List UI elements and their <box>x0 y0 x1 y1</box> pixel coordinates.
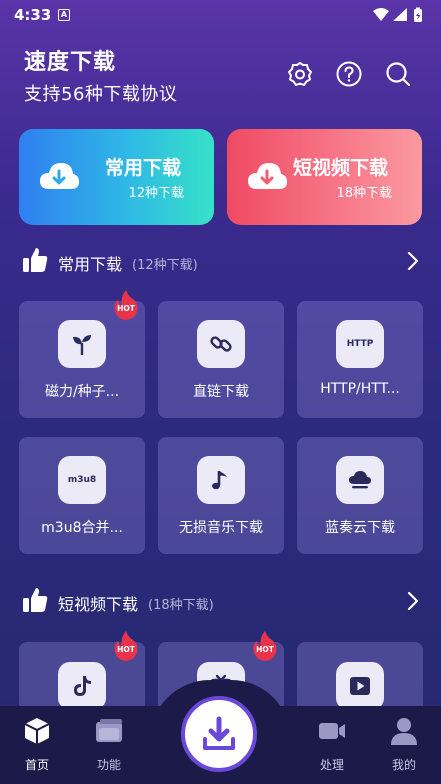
hot-badge-label: HOT <box>256 645 275 654</box>
section-count: (12种下载) <box>132 258 198 273</box>
help-icon[interactable] <box>335 60 363 88</box>
tile-label: 无损音乐下载 <box>179 520 263 536</box>
card-count: 12种下载 <box>128 186 184 201</box>
section-common-header[interactable]: 常用下载 (12种下载) <box>22 246 422 276</box>
hot-badge-label: HOT <box>117 645 136 654</box>
status-icons <box>373 7 422 22</box>
cloud-download-icon <box>40 163 79 189</box>
section-title: 短视频下载 <box>58 595 139 614</box>
tile-label: 蓝奏云下载 <box>325 520 395 536</box>
m3u8-icon-text: m3u8 <box>67 475 97 485</box>
signal-icon <box>393 8 407 21</box>
tile-lossless-music[interactable]: 无损音乐下载 <box>158 437 284 554</box>
music-note-icon <box>197 456 245 504</box>
nav-features[interactable]: 功能 <box>79 712 139 774</box>
section-title: 常用下载 <box>58 255 123 274</box>
cloud-download-icon <box>248 163 287 189</box>
wifi-icon <box>373 8 389 21</box>
card-count: 18种下载 <box>336 186 392 201</box>
m3u8-icon: m3u8 <box>58 456 106 504</box>
hot-badge: HOT <box>114 631 138 661</box>
section-short-header[interactable]: 短视频下载 (18种下载) <box>22 586 422 616</box>
common-download-card[interactable]: 常用下载 12种下载 <box>19 129 214 225</box>
status-time: 4:33 <box>14 6 52 24</box>
tile-lanzou-cloud[interactable]: 蓝奏云下载 <box>297 437 423 554</box>
nav-profile[interactable]: 我的 <box>374 712 434 774</box>
folder-icon <box>96 719 122 742</box>
status-bar: 4:33 A <box>0 0 441 30</box>
nav-home[interactable]: 首页 <box>7 712 67 774</box>
settings-icon[interactable] <box>286 60 314 88</box>
notification-icon: A <box>58 9 70 21</box>
card-title: 短视频下载 <box>293 157 389 179</box>
link-icon <box>197 320 245 368</box>
nav-label: 我的 <box>391 758 416 772</box>
card-title: 常用下载 <box>105 157 182 179</box>
tile-http[interactable]: HTTP HTTP/HTT... <box>297 301 423 418</box>
search-icon[interactable] <box>384 60 412 88</box>
thumbs-up-icon <box>23 588 48 612</box>
hot-badge: HOT <box>253 631 277 661</box>
video-camera-icon <box>319 723 345 739</box>
tile-direct-link[interactable]: 直链下载 <box>158 301 284 418</box>
chevron-right-icon[interactable] <box>406 250 420 272</box>
download-button[interactable] <box>181 696 257 772</box>
cloud-icon <box>336 456 384 504</box>
profile-icon <box>391 718 417 745</box>
sprout-icon <box>58 320 106 368</box>
section-count: (18种下载) <box>148 598 214 613</box>
download-icon <box>203 716 235 750</box>
tile-label: 直链下载 <box>193 384 249 400</box>
app-title: 速度下载 <box>24 50 117 75</box>
tile-label: 磁力/种子... <box>44 384 120 400</box>
nav-process[interactable]: 处理 <box>302 712 362 774</box>
nav-label: 功能 <box>96 758 121 772</box>
http-icon: HTTP <box>336 320 384 368</box>
http-icon-text: HTTP <box>346 339 374 349</box>
nav-label: 处理 <box>319 758 344 772</box>
thumbs-up-icon <box>23 248 48 272</box>
battery-icon <box>414 7 422 22</box>
tile-label: m3u8合并... <box>41 520 123 536</box>
nav-label: 首页 <box>24 758 49 772</box>
play-icon <box>336 662 384 710</box>
tile-label: HTTP/HTT... <box>320 381 400 397</box>
tiktok-icon <box>58 662 106 710</box>
short-video-download-card[interactable]: 短视频下载 18种下载 <box>227 129 422 225</box>
chevron-right-icon[interactable] <box>406 590 420 612</box>
hot-badge: HOT <box>114 290 138 320</box>
home-cube-icon <box>24 718 50 744</box>
hot-badge-label: HOT <box>117 304 136 313</box>
tile-m3u8[interactable]: m3u8 m3u8合并... <box>19 437 145 554</box>
app-subtitle: 支持56种下载协议 <box>24 84 178 105</box>
